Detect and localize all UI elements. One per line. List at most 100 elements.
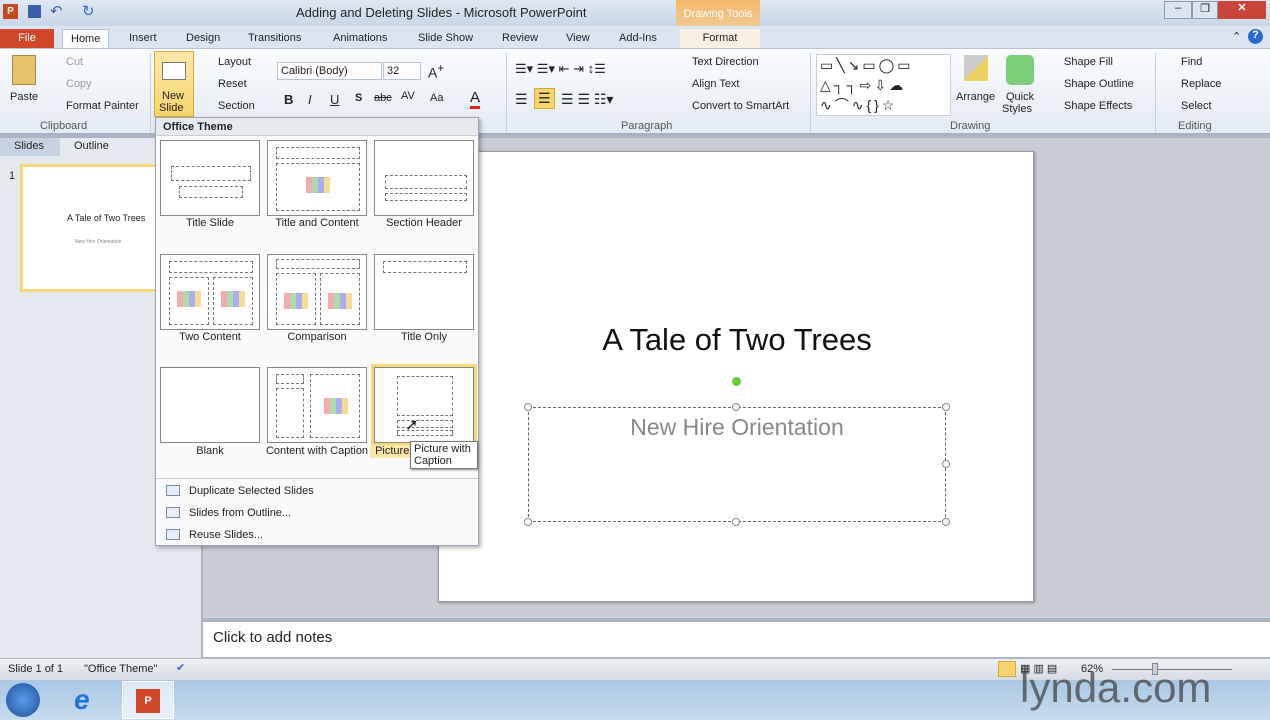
strikethrough-button[interactable]: abc xyxy=(374,92,392,104)
layout-title-slide[interactable] xyxy=(160,140,260,216)
text-direction-button[interactable]: Text Direction xyxy=(692,56,759,68)
subtitle-placeholder[interactable]: New Hire Orientation xyxy=(528,407,946,522)
theme-name[interactable]: "Office Theme" xyxy=(84,663,157,675)
menu-item-duplicate-selected-slides[interactable]: Duplicate Selected Slides xyxy=(156,482,478,502)
resize-handle[interactable] xyxy=(942,518,950,526)
spellcheck-icon[interactable]: ✔ xyxy=(176,661,185,674)
resize-handle[interactable] xyxy=(942,403,950,411)
reuse-icon xyxy=(166,529,180,540)
layout-section-header[interactable] xyxy=(374,140,474,216)
tab-slide-show[interactable]: Slide Show xyxy=(410,29,481,48)
replace-button[interactable]: Replace xyxy=(1181,78,1221,90)
help-icon[interactable]: ? xyxy=(1248,29,1263,44)
section-button[interactable]: Section xyxy=(218,100,255,112)
change-case-button[interactable]: Aa xyxy=(430,92,443,104)
rotate-handle[interactable] xyxy=(732,377,741,386)
drawing-tools-label: Drawing Tools xyxy=(676,0,760,26)
bullets-button[interactable]: ☰▾ ☰▾ ⇤ ⇥ ↕☰ xyxy=(515,61,606,77)
close-button[interactable]: ✕ xyxy=(1218,1,1266,19)
menu-label: Duplicate Selected Slides xyxy=(189,485,314,497)
slide-canvas[interactable]: A Tale of Two Trees New Hire Orientation xyxy=(438,151,1034,602)
normal-view-button[interactable] xyxy=(998,661,1016,677)
font-size-select[interactable]: 32 xyxy=(383,62,421,80)
tab-file[interactable]: File xyxy=(0,29,54,48)
align-right-button[interactable]: ☰ ☰ ☷▾ xyxy=(561,91,613,108)
undo-icon[interactable]: ↶ xyxy=(50,2,63,20)
tab-slides[interactable]: Slides xyxy=(0,138,60,156)
quick-styles-button-2[interactable]: Styles xyxy=(1002,103,1032,115)
layout-label: Content with Caption xyxy=(265,445,369,457)
drawing-group-label: Drawing xyxy=(950,120,991,132)
quick-styles-button[interactable]: Quick xyxy=(1006,91,1034,103)
tab-outline[interactable]: Outline xyxy=(62,138,132,156)
reset-button[interactable]: Reset xyxy=(218,78,247,90)
layout-title-and-content[interactable] xyxy=(267,140,367,216)
redo-icon[interactable]: ↻ xyxy=(82,2,95,20)
tab-design[interactable]: Design xyxy=(178,29,228,48)
tab-home[interactable]: Home xyxy=(62,29,110,48)
layout-content-with-caption[interactable] xyxy=(267,367,367,443)
slide-title[interactable]: A Tale of Two Trees xyxy=(439,322,1035,358)
font-color-button[interactable]: A xyxy=(470,89,481,109)
resize-handle[interactable] xyxy=(524,518,532,526)
layout-label: Section Header xyxy=(386,217,462,229)
font-name-select[interactable]: Calibri (Body) xyxy=(277,62,382,80)
resize-handle[interactable] xyxy=(732,518,740,526)
underline-button[interactable]: U xyxy=(330,92,339,107)
tab-review[interactable]: Review xyxy=(494,29,546,48)
align-center-button[interactable]: ☰ xyxy=(534,88,555,109)
resize-handle[interactable] xyxy=(524,403,532,411)
shadow-button[interactable]: S xyxy=(355,92,362,104)
tab-view[interactable]: View xyxy=(558,29,598,48)
convert-smartart-button[interactable]: Convert to SmartArt xyxy=(692,100,789,112)
format-painter-button[interactable]: Format Painter xyxy=(66,100,139,112)
tab-animations[interactable]: Animations xyxy=(325,29,395,48)
bold-button[interactable]: B xyxy=(284,92,293,107)
powerpoint-taskbar-button[interactable]: P xyxy=(122,681,174,719)
cut-button[interactable]: Cut xyxy=(66,56,83,68)
restore-button[interactable]: ❐ xyxy=(1192,1,1218,19)
taskbar: e P lynda.com xyxy=(0,664,1270,720)
arrange-button[interactable]: Arrange xyxy=(956,91,995,103)
copy-button[interactable]: Copy xyxy=(66,78,92,90)
tab-transitions[interactable]: Transitions xyxy=(240,29,309,48)
layout-button[interactable]: Layout xyxy=(218,56,251,68)
paste-icon xyxy=(12,55,36,85)
slide-thumbnail[interactable]: A Tale of Two Trees New Hire Orientation xyxy=(20,164,160,292)
layout-blank[interactable] xyxy=(160,367,260,443)
select-button[interactable]: Select xyxy=(1181,100,1212,112)
character-spacing-button[interactable]: AV xyxy=(401,90,415,102)
tab-add-ins[interactable]: Add-Ins xyxy=(611,29,665,48)
resize-handle[interactable] xyxy=(732,403,740,411)
start-button-icon[interactable] xyxy=(6,683,40,717)
resize-handle[interactable] xyxy=(942,460,950,468)
minimize-ribbon-icon[interactable]: ⌃ xyxy=(1232,30,1241,43)
layout-comparison[interactable] xyxy=(267,254,367,330)
align-text-button[interactable]: Align Text xyxy=(692,78,740,90)
paste-button[interactable]: Paste xyxy=(10,91,38,103)
layout-two-content[interactable] xyxy=(160,254,260,330)
new-slide-button[interactable]: New Slide xyxy=(154,51,194,117)
notes-pane[interactable]: Click to add notes xyxy=(203,621,1270,657)
shape-outline-button[interactable]: Shape Outline xyxy=(1064,78,1134,90)
menu-item-reuse-slides[interactable]: Reuse Slides... xyxy=(156,526,478,546)
shape-effects-button[interactable]: Shape Effects xyxy=(1064,100,1132,112)
powerpoint-app-icon[interactable]: P xyxy=(3,4,18,19)
layout-picture-with-caption[interactable] xyxy=(371,364,477,446)
layout-title-only[interactable] xyxy=(374,254,474,330)
menu-label: Slides from Outline... xyxy=(189,507,292,519)
find-button[interactable]: Find xyxy=(1181,56,1202,68)
tab-insert[interactable]: Insert xyxy=(121,29,165,48)
layout-label: Title Slide xyxy=(186,217,234,229)
tab-format[interactable]: Format xyxy=(680,29,760,48)
shape-fill-button[interactable]: Shape Fill xyxy=(1064,56,1113,68)
italic-button[interactable]: I xyxy=(308,92,312,107)
align-left-button[interactable]: ☰ xyxy=(515,91,528,108)
internet-explorer-icon[interactable]: e xyxy=(74,684,90,716)
menu-item-slides-from-outline[interactable]: Slides from Outline... xyxy=(156,504,478,524)
save-icon[interactable] xyxy=(28,5,41,18)
minimize-button[interactable]: – xyxy=(1164,1,1192,19)
grow-font-button[interactable]: A+ xyxy=(428,62,444,81)
shapes-gallery[interactable]: ▭╲↘▭◯▭ △┐┐⇨⇩☁ ∿⌒∿{}☆ xyxy=(816,54,951,116)
layout-label: Blank xyxy=(196,445,224,457)
